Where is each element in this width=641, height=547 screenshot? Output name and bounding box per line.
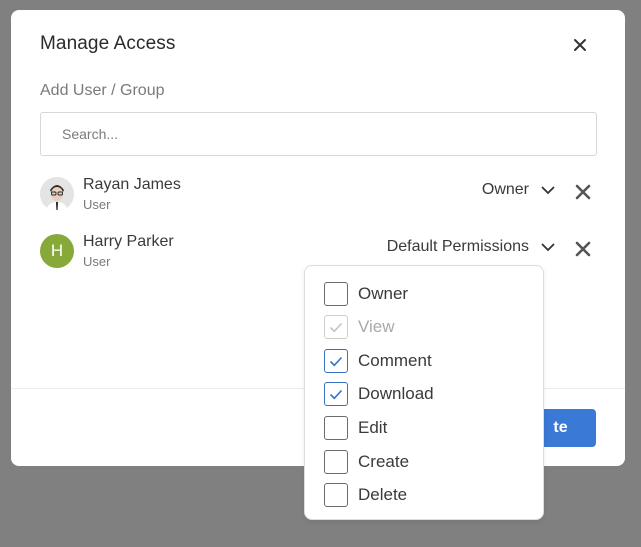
chevron-down-icon [541, 186, 555, 194]
remove-user-button[interactable] [575, 184, 591, 200]
close-icon [575, 184, 591, 200]
option-label: Owner [358, 284, 409, 303]
user-photo-icon [40, 177, 74, 211]
permission-option-create[interactable]: Create [324, 449, 409, 475]
close-icon [574, 39, 586, 51]
avatar [40, 177, 74, 211]
user-name: Rayan James [83, 176, 181, 193]
permission-select[interactable]: Default Permissions [387, 238, 555, 256]
user-row-rayan-james: Rayan James User Owner [40, 176, 597, 217]
option-label: Comment [358, 351, 432, 370]
permission-select[interactable]: Owner [482, 181, 555, 199]
checkbox[interactable] [324, 349, 348, 373]
chevron-down-icon [541, 243, 555, 251]
permissions-dropdown: Owner View Comment Download Edit Create [304, 265, 544, 520]
checkbox[interactable] [324, 382, 348, 406]
checkbox [324, 315, 348, 339]
avatar-initial: H [50, 241, 64, 260]
avatar: H [40, 234, 74, 268]
permission-option-view: View [324, 314, 395, 340]
permission-option-owner[interactable]: Owner [324, 281, 408, 307]
option-label: Download [358, 384, 434, 403]
search-input[interactable] [40, 112, 597, 156]
close-button[interactable] [569, 34, 591, 56]
option-label: Delete [358, 485, 408, 504]
primary-button-label: te [553, 419, 568, 436]
option-label: View [358, 317, 395, 336]
user-name: Harry Parker [83, 233, 174, 250]
checkmark-icon [329, 356, 343, 366]
user-role: User [83, 254, 111, 269]
permission-option-download[interactable]: Download [324, 381, 434, 407]
permission-option-delete[interactable]: Delete [324, 482, 407, 508]
add-user-group-label: Add User / Group [40, 82, 165, 99]
permission-option-comment[interactable]: Comment [324, 348, 432, 374]
user-role: User [83, 197, 111, 212]
checkbox[interactable] [324, 282, 348, 306]
checkbox[interactable] [324, 416, 348, 440]
permission-option-edit[interactable]: Edit [324, 415, 387, 441]
permission-value: Default Permissions [386, 238, 529, 255]
modal-title: Manage Access [40, 33, 176, 54]
remove-user-button[interactable] [575, 241, 591, 257]
checkbox[interactable] [324, 483, 348, 507]
checkbox[interactable] [324, 450, 348, 474]
checkmark-icon [329, 322, 343, 332]
option-label: Create [358, 452, 410, 471]
permission-value: Owner [481, 181, 529, 198]
checkmark-icon [329, 389, 343, 399]
close-icon [575, 241, 591, 257]
option-label: Edit [358, 418, 388, 437]
